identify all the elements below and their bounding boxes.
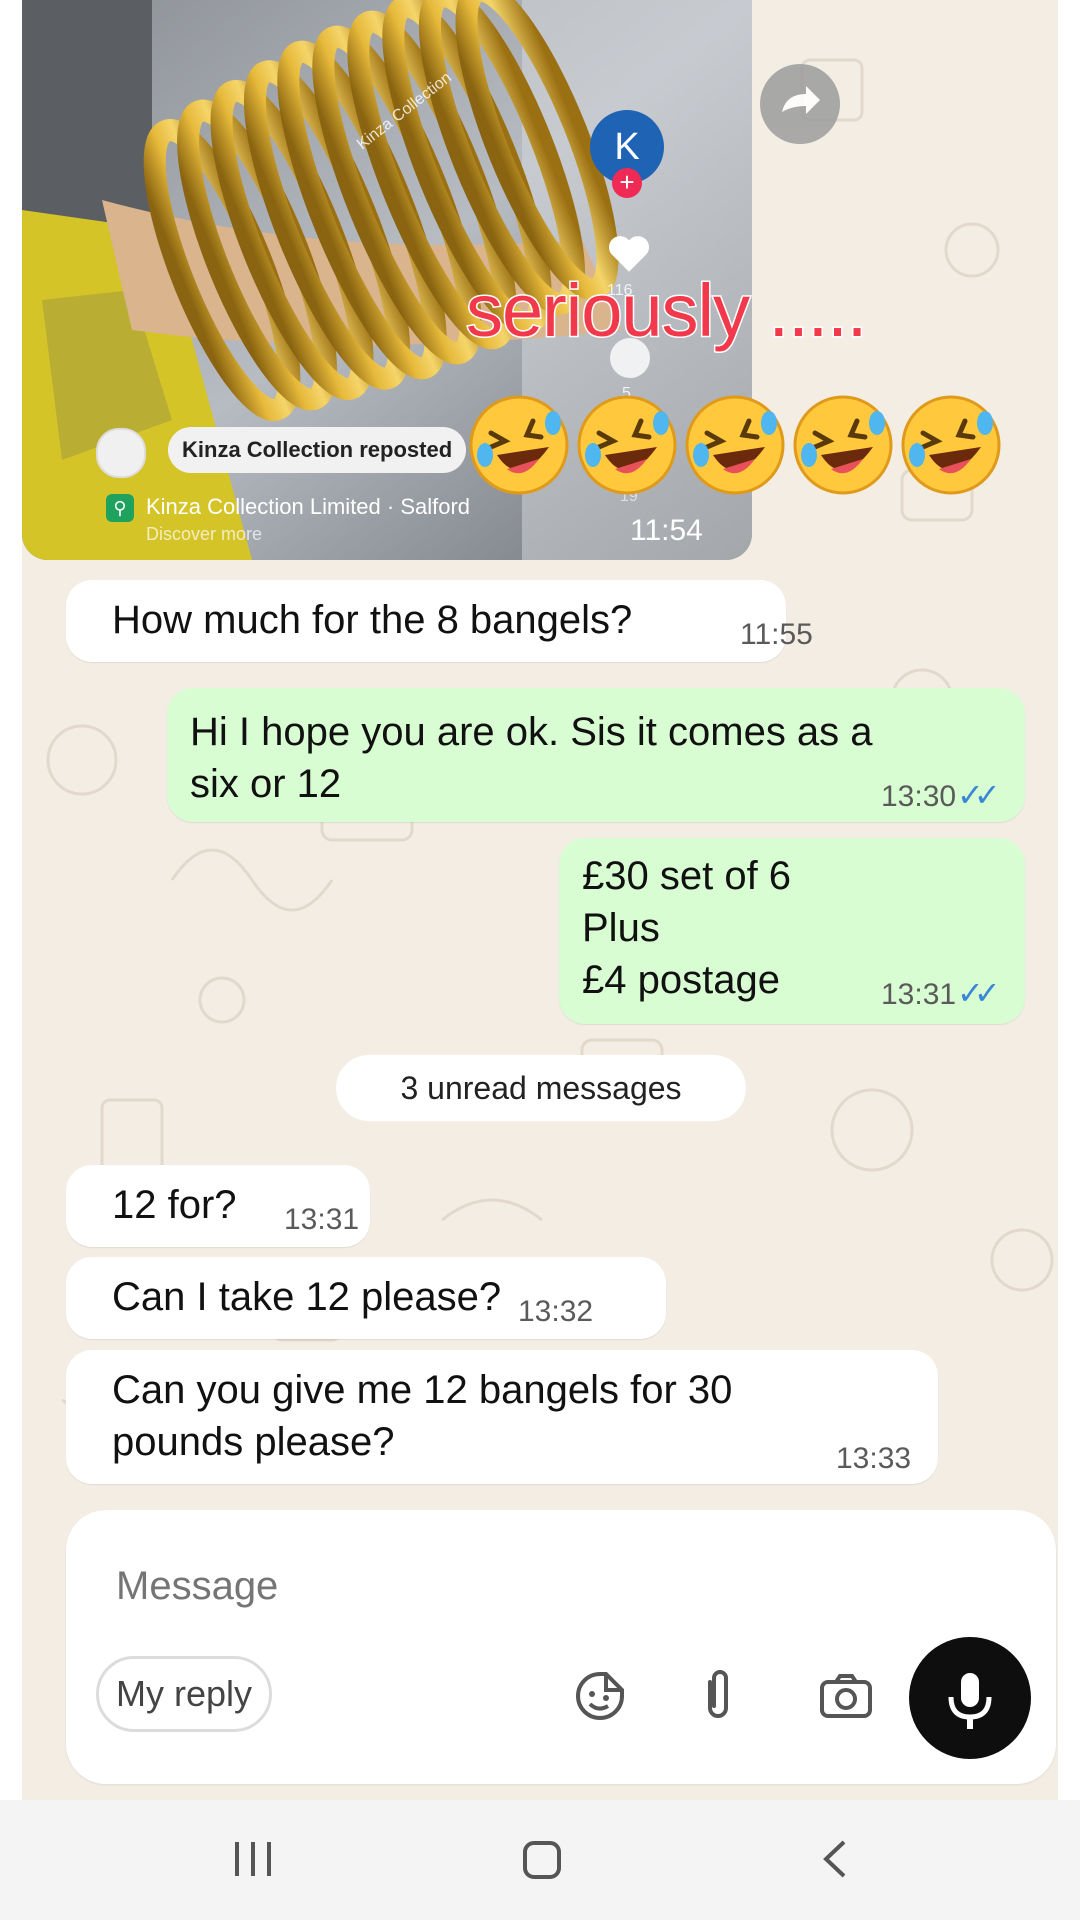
home-button[interactable] — [522, 1840, 562, 1880]
forward-button[interactable] — [760, 64, 840, 144]
location-icon: ⚲ — [106, 494, 134, 522]
follow-plus-icon[interactable]: + — [612, 168, 642, 198]
rofl-emoji-icon: 🤣 — [683, 393, 787, 497]
message-text-line: Hi I hope you are ok. Sis it comes as a — [190, 710, 873, 754]
sticker-icon[interactable] — [574, 1670, 626, 1722]
rofl-emoji-icon: 🤣 — [899, 393, 1003, 497]
message-input[interactable] — [114, 1550, 998, 1622]
attach-icon[interactable] — [698, 1668, 738, 1724]
message-bubble-incoming[interactable]: How much for the 8 bangels? 11:55 — [66, 580, 813, 662]
message-text: Can I take 12 please? — [112, 1275, 502, 1319]
rofl-emoji-icon: 🤣 — [791, 393, 895, 497]
repost-badge: Kinza Collection reposted — [168, 427, 467, 473]
chat-background: Kinza Collection K + 116 5 19 Kinza Coll… — [22, 0, 1058, 1800]
reposter-avatar — [96, 428, 146, 478]
location-label: Kinza Collection Limited · Salford — [146, 494, 471, 519]
message-bubble-outgoing[interactable]: £30 set of 6 Plus £4 postage 13:31 ✓✓ — [559, 838, 1025, 1024]
message-time: 13:31 — [284, 1203, 360, 1236]
forward-icon — [782, 86, 820, 114]
camera-icon[interactable] — [818, 1672, 874, 1720]
unread-messages-banner: 3 unread messages — [336, 1055, 746, 1121]
back-button[interactable] — [820, 1838, 850, 1880]
read-receipt-icon: ✓✓ — [957, 975, 1001, 1011]
message-time: 13:33 — [836, 1442, 912, 1475]
message-text-line: £30 set of 6 — [582, 854, 792, 898]
discover-more-label: Discover more — [146, 524, 263, 544]
message-text-line: six or 12 — [190, 762, 342, 806]
read-receipt-icon: ✓✓ — [957, 777, 1001, 813]
message-bubble-incoming[interactable]: 12 for? 13:31 — [66, 1165, 370, 1247]
message-text-line: Plus — [582, 906, 660, 950]
message-time: 11:55 — [740, 618, 813, 651]
message-text: How much for the 8 bangels? — [112, 598, 633, 642]
message-time: 13:30 — [881, 780, 957, 813]
message-text-line: £4 postage — [582, 958, 780, 1002]
voice-record-button[interactable] — [909, 1637, 1031, 1759]
rofl-emoji-icon: 🤣 — [467, 393, 571, 497]
rofl-emoji-icon: 🤣 — [575, 393, 679, 497]
my-reply-chip[interactable]: My reply — [96, 1656, 272, 1732]
recent-apps-button[interactable] — [233, 1840, 273, 1878]
message-text-line: Can you give me 12 bangels for 30 — [112, 1368, 733, 1412]
message-time: 13:31 — [881, 978, 957, 1011]
message-bubble-incoming[interactable]: Can you give me 12 bangels for 30 pounds… — [66, 1350, 938, 1484]
message-bubble-outgoing[interactable]: Hi I hope you are ok. Sis it comes as a … — [167, 688, 1025, 822]
message-time: 13:32 — [518, 1295, 594, 1328]
microphone-icon — [948, 1673, 992, 1729]
system-navigation-bar — [0, 1800, 1080, 1920]
overlay-emojis: 🤣🤣🤣🤣🤣 — [467, 393, 1022, 503]
overlay-caption: seriously ..... — [464, 268, 868, 354]
video-timestamp: 11:54 — [630, 514, 703, 547]
message-text: 12 for? — [112, 1183, 237, 1227]
message-bubble-incoming[interactable]: Can I take 12 please? 13:32 — [66, 1257, 666, 1339]
message-composer: My reply — [66, 1510, 1056, 1784]
message-text-line: pounds please? — [112, 1420, 395, 1464]
